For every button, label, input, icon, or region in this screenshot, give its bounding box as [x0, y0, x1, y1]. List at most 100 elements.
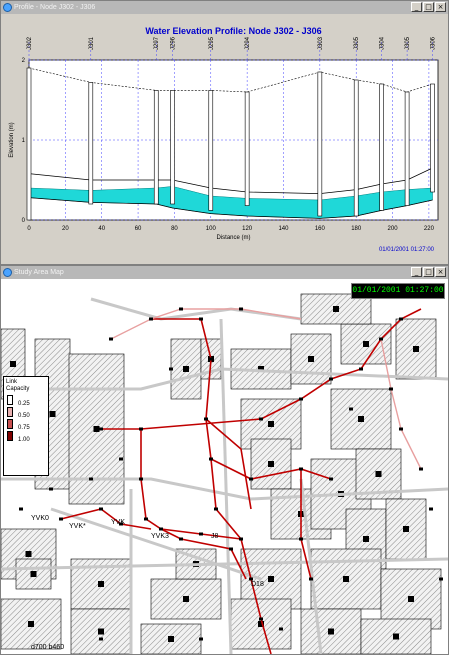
- building-marker: [393, 633, 399, 640]
- node-label: J295: [209, 36, 215, 50]
- junction-node: [399, 317, 403, 321]
- junction-node: [49, 487, 53, 491]
- x-tick-label: 200: [388, 226, 399, 232]
- junction-node: [209, 457, 213, 461]
- legend-swatch-1: [7, 395, 13, 405]
- junction-node: [89, 477, 93, 481]
- study-area-map[interactable]: [1, 279, 448, 654]
- node-label: J296: [171, 36, 177, 50]
- x-tick-label: 220: [424, 226, 435, 232]
- maximize-button[interactable]: □: [423, 267, 434, 277]
- junction-node: [199, 317, 203, 321]
- node-label: J306: [431, 36, 437, 50]
- link-capacity-legend[interactable]: Link Capacity 0.25 0.50 0.75 1.00: [3, 376, 49, 476]
- building-marker: [375, 471, 382, 477]
- map-label-node: YVK: [111, 519, 126, 526]
- legend-value-2: 0.50: [18, 413, 30, 419]
- minimize-button[interactable]: _: [411, 2, 422, 12]
- junction-node: [179, 537, 183, 541]
- manhole-shaft: [88, 82, 94, 205]
- profile-timestamp: 01/01/2001 01:27:00: [379, 247, 435, 253]
- x-tick-label: 40: [98, 226, 105, 232]
- y-tick-label: 2: [22, 58, 26, 64]
- node-label: J303: [318, 36, 324, 50]
- legend-value-4: 1.00: [18, 437, 30, 443]
- junction-node: [214, 507, 218, 511]
- close-button[interactable]: ×: [435, 2, 446, 12]
- y-tick-label: 0: [22, 218, 26, 224]
- building-marker: [98, 628, 104, 635]
- junction-node: [239, 307, 243, 311]
- junction-node: [299, 537, 303, 541]
- map-title: Study Area Map: [14, 269, 64, 276]
- map-label-node: J8: [211, 533, 219, 540]
- building-marker: [93, 426, 100, 432]
- building-marker: [30, 571, 37, 577]
- map-label-node: d700 b460: [31, 644, 65, 651]
- profile-window: Profile - Node J302 - J306 _ □ × Water E…: [0, 0, 449, 265]
- junction-node: [229, 547, 233, 551]
- junction-node: [119, 457, 123, 461]
- manhole-shaft: [26, 67, 32, 221]
- junction-node: [299, 467, 303, 471]
- x-axis-label: Distance (m): [216, 235, 250, 241]
- building-marker: [363, 536, 369, 542]
- junction-node: [379, 337, 383, 341]
- map-label-node: YVK0: [31, 515, 49, 522]
- junction-node: [389, 387, 393, 391]
- junction-node: [99, 637, 103, 641]
- node-label: J294: [245, 36, 251, 50]
- profile-title: Profile - Node J302 - J306: [14, 4, 96, 11]
- building-marker: [168, 636, 174, 642]
- node-label: J305: [354, 36, 360, 50]
- junction-node: [59, 517, 63, 521]
- node-label: J304: [380, 36, 386, 50]
- y-tick-label: 1: [22, 138, 26, 144]
- minimize-button[interactable]: _: [411, 267, 422, 277]
- manhole-shaft: [244, 91, 250, 206]
- building-marker: [183, 366, 189, 372]
- node-label: J301: [89, 36, 95, 50]
- building-marker: [25, 551, 32, 557]
- building-marker: [49, 411, 56, 417]
- node-label: J297: [154, 36, 160, 50]
- close-button[interactable]: ×: [435, 267, 446, 277]
- junction-node: [199, 532, 203, 536]
- node-label: J305: [405, 36, 411, 50]
- x-tick-label: 80: [171, 226, 178, 232]
- profile-titlebar[interactable]: Profile - Node J302 - J306 _ □ ×: [1, 1, 448, 14]
- node-label: J302: [27, 36, 33, 50]
- app-icon: [3, 268, 12, 277]
- manhole-shaft: [404, 91, 410, 206]
- manhole-shaft: [353, 79, 359, 217]
- y-axis-label: Elevation (m): [9, 122, 15, 157]
- junction-node: [109, 337, 113, 341]
- chart-title: Water Elevation Profile: Node J302 - J30…: [145, 26, 321, 36]
- junction-node: [439, 577, 443, 581]
- map-label-node: YVK3: [151, 533, 169, 540]
- map-label-node: YVK*: [69, 523, 86, 530]
- x-tick-label: 100: [206, 226, 217, 232]
- manhole-shaft: [379, 83, 384, 211]
- building-marker: [268, 576, 274, 582]
- junction-node: [204, 417, 208, 421]
- maximize-button[interactable]: □: [423, 2, 434, 12]
- building-marker: [328, 628, 334, 635]
- x-tick-label: 160: [315, 226, 326, 232]
- junction-node: [419, 467, 423, 471]
- building-marker: [28, 621, 34, 627]
- junction-node: [249, 477, 253, 481]
- junction-node: [329, 377, 333, 381]
- building-marker: [308, 356, 314, 362]
- junction-node: [359, 367, 363, 371]
- building-marker: [333, 306, 339, 312]
- map-canvas[interactable]: 01/01/2001 01:27:00 Link Capacity 0.25 0…: [1, 279, 448, 654]
- x-tick-label: 140: [278, 226, 289, 232]
- junction-node: [99, 507, 103, 511]
- junction-node: [279, 627, 283, 631]
- map-titlebar[interactable]: Study Area Map _ □ ×: [1, 266, 448, 279]
- building-marker: [408, 596, 414, 602]
- junction-node: [259, 417, 263, 421]
- junction-node: [199, 637, 203, 641]
- x-tick-label: 20: [62, 226, 69, 232]
